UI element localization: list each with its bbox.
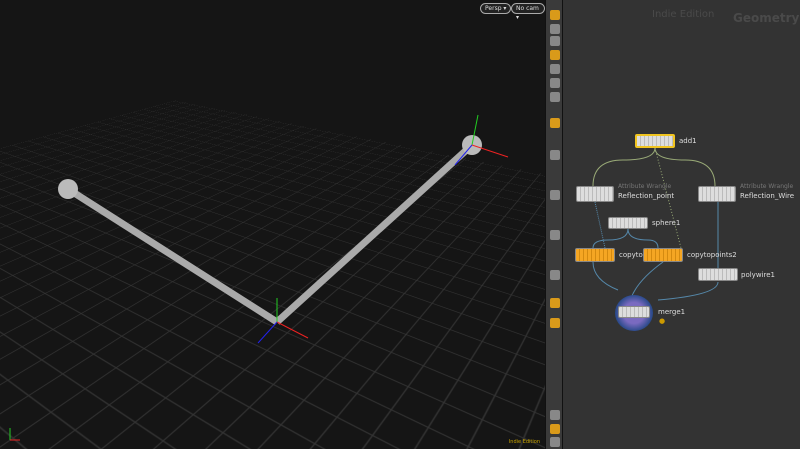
lock-view-icon[interactable] bbox=[550, 437, 560, 447]
node-label: merge1 bbox=[658, 308, 686, 316]
node-polywire1[interactable] bbox=[698, 268, 738, 281]
layout-icon[interactable] bbox=[550, 424, 560, 434]
node-copytopoints1[interactable] bbox=[575, 248, 615, 262]
node-reflection-wire[interactable] bbox=[698, 186, 736, 202]
network-editor[interactable]: Indie Edition Geometry add1 Attribute Wr… bbox=[563, 0, 800, 449]
node-copytopoints2[interactable] bbox=[643, 248, 683, 262]
node-label: polywire1 bbox=[741, 271, 775, 279]
view-menu[interactable]: Persp ▾ bbox=[480, 3, 512, 14]
node-label: copytopoints2 bbox=[687, 251, 737, 259]
light-icon-2[interactable] bbox=[550, 78, 560, 88]
camera-icon[interactable] bbox=[550, 318, 560, 328]
node-label: Reflection_point bbox=[618, 192, 675, 200]
light-icon-3[interactable] bbox=[550, 92, 560, 102]
node-add1[interactable] bbox=[635, 134, 675, 148]
viewport-toolbar bbox=[545, 0, 563, 449]
node-sphere1[interactable] bbox=[608, 217, 648, 229]
camera-menu[interactable]: No cam ▾ bbox=[511, 3, 545, 21]
display-tool-icon[interactable] bbox=[550, 24, 560, 34]
light-icon[interactable] bbox=[550, 64, 560, 74]
3d-viewport[interactable]: Persp ▾ No cam ▾ Indie Edition bbox=[0, 0, 545, 449]
normal-display-icon[interactable] bbox=[550, 190, 560, 200]
guide-icon[interactable] bbox=[550, 230, 560, 240]
info-icon[interactable] bbox=[550, 410, 560, 420]
snap-icon[interactable] bbox=[550, 50, 560, 60]
warning-icon: ● bbox=[659, 317, 666, 325]
select-tool-icon[interactable] bbox=[550, 10, 560, 20]
wire-segment-2 bbox=[274, 142, 475, 325]
node-merge1[interactable] bbox=[615, 295, 653, 331]
scene-geometry bbox=[9, 114, 509, 441]
shading-icon[interactable] bbox=[550, 118, 560, 128]
lock-icon[interactable] bbox=[550, 36, 560, 46]
node-reflection-point[interactable] bbox=[576, 186, 614, 202]
viewport-edition-label: Indie Edition bbox=[508, 439, 540, 445]
node-label: Reflection_Wire bbox=[740, 192, 795, 200]
background-icon[interactable] bbox=[550, 270, 560, 280]
node-label: sphere1 bbox=[652, 219, 681, 227]
node-type: Attribute Wrangle bbox=[618, 183, 672, 190]
node-type: Attribute Wrangle bbox=[740, 183, 794, 190]
sphere-point-1 bbox=[58, 179, 78, 199]
render-icon[interactable] bbox=[550, 298, 560, 308]
node-label: add1 bbox=[679, 137, 697, 145]
node-wires bbox=[592, 147, 719, 301]
point-display-icon[interactable] bbox=[550, 150, 560, 160]
wire-segment-1 bbox=[66, 186, 279, 325]
axis-indicator-icon bbox=[9, 428, 20, 441]
